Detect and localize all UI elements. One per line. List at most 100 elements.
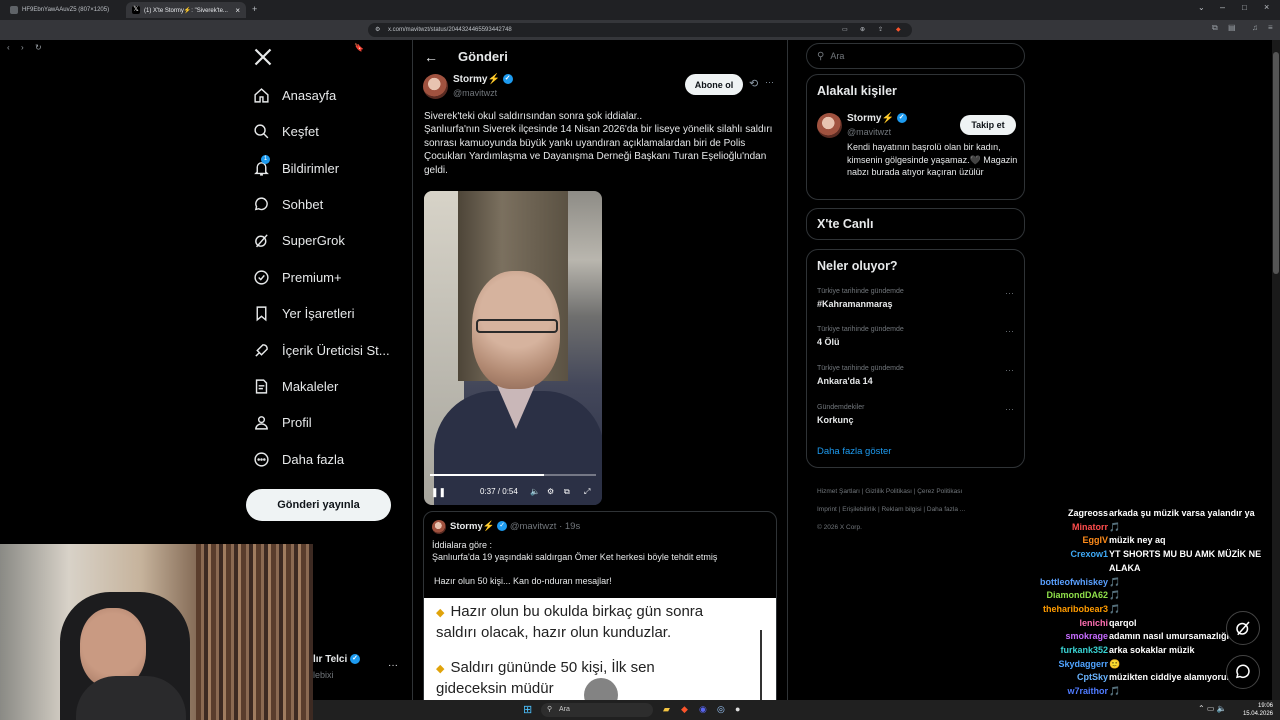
quoted-post[interactable]: Stormy⚡ ✓ @mavitwzt · 19s İddialara göre… bbox=[423, 511, 777, 720]
reload-icon[interactable]: ↻ bbox=[35, 43, 42, 52]
search-icon: ⚲ bbox=[547, 706, 553, 713]
trend-item[interactable]: Türkiye tarihinde gündemde #Kahramanmara… bbox=[817, 288, 904, 309]
account-name[interactable]: lır Telci ✓ bbox=[313, 654, 361, 665]
nav-articles[interactable]: Makaleler bbox=[252, 372, 338, 400]
nav-notifications[interactable]: 1 Bildirimler bbox=[252, 154, 339, 182]
back-arrow-icon[interactable]: ← bbox=[424, 49, 438, 65]
obs-icon[interactable]: ● bbox=[735, 704, 740, 714]
search-input[interactable]: ⚲ Ara bbox=[806, 43, 1025, 69]
x-logo-icon[interactable] bbox=[253, 47, 273, 67]
cast-icon[interactable]: ▭ bbox=[842, 23, 848, 37]
author-name[interactable]: Stormy⚡ ✓ bbox=[453, 74, 513, 85]
media-control-icon[interactable]: ♫ bbox=[1252, 23, 1258, 32]
pip-icon[interactable]: ⧉ bbox=[564, 487, 570, 497]
system-tray-icon[interactable]: ⌃ ▭ 🔈 bbox=[1198, 704, 1227, 713]
nav-supergrok[interactable]: SuperGrok bbox=[252, 226, 345, 254]
quote-image-line: saldırı olacak, hazır olun kunduzlar. bbox=[436, 624, 672, 641]
follow-button[interactable]: Takip et bbox=[960, 115, 1016, 135]
footer-link[interactable]: Imprint bbox=[817, 506, 837, 513]
author-avatar[interactable] bbox=[423, 74, 448, 99]
article-icon bbox=[252, 377, 270, 395]
zoom-icon[interactable]: ⊕ bbox=[860, 23, 865, 37]
nav-more[interactable]: Daha fazla bbox=[252, 445, 344, 473]
nav-creator-studio[interactable]: İçerik Üreticisi St... bbox=[252, 336, 390, 364]
browser-tab[interactable]: HF9EbnYawAAuvZ5 (807×1205) bbox=[4, 2, 122, 18]
bookmark-page-icon[interactable]: 🔖 bbox=[354, 43, 364, 52]
file-explorer-icon[interactable]: ▰ bbox=[663, 704, 670, 715]
video-progress-bar[interactable] bbox=[430, 474, 596, 476]
address-bar[interactable]: ⚙ x.com/mavitwzt/status/2044324465593442… bbox=[368, 23, 912, 37]
steam-icon[interactable]: ◎ bbox=[717, 704, 725, 715]
settings-gear-icon[interactable]: ⚙ bbox=[547, 487, 554, 496]
chat-text: müzik ney aq bbox=[1109, 535, 1166, 546]
brave-shield-icon[interactable]: ◆ bbox=[896, 23, 901, 37]
post-button[interactable]: Gönderi yayınla bbox=[246, 489, 391, 521]
site-info-icon[interactable]: ⚙ bbox=[375, 23, 380, 37]
footer-link[interactable]: Hizmet Şartları bbox=[817, 488, 860, 495]
nav-explore[interactable]: Keşfet bbox=[252, 117, 319, 145]
fullscreen-icon[interactable]: ⤢ bbox=[584, 487, 590, 497]
trend-item[interactable]: Türkiye tarihinde gündemde 4 Ölü bbox=[817, 326, 904, 347]
grok-analyze-icon[interactable]: ⟲ bbox=[749, 77, 758, 90]
nav-home[interactable]: Anasayfa bbox=[252, 81, 336, 109]
browser-tab-title: HF9EbnYawAAuvZ5 (807×1205) bbox=[22, 7, 110, 13]
footer-link[interactable]: Gizlilik Politikası bbox=[865, 488, 912, 495]
forward-icon[interactable]: › bbox=[21, 43, 24, 52]
nav-chat[interactable]: Sohbet bbox=[252, 190, 323, 218]
author-handle[interactable]: @mavitwzt bbox=[453, 88, 497, 98]
trend-more-icon[interactable]: ··· bbox=[1005, 404, 1014, 414]
x-live-card[interactable]: X'te Canlı bbox=[806, 208, 1025, 240]
taskbar-search[interactable]: ⚲ Ara bbox=[541, 703, 653, 717]
account-menu-icon[interactable]: ··· bbox=[388, 660, 398, 671]
close-tab-icon[interactable]: × bbox=[235, 6, 240, 15]
page-scrollbar[interactable] bbox=[1272, 40, 1280, 700]
volume-icon[interactable]: 🔈 bbox=[530, 487, 540, 496]
trend-more-icon[interactable]: ··· bbox=[1005, 326, 1014, 336]
discord-icon[interactable]: ◉ bbox=[699, 704, 707, 715]
video-player[interactable]: ❚❚ 0:37 / 0:54 🔈 ⚙ ⧉ ⤢ bbox=[424, 191, 602, 505]
browser-menu-icon[interactable]: ≡ bbox=[1268, 23, 1273, 32]
messages-float-button[interactable] bbox=[1226, 655, 1260, 689]
pause-icon[interactable]: ❚❚ bbox=[431, 487, 446, 498]
nav-label: Yer İşaretleri bbox=[282, 305, 355, 321]
show-more-link[interactable]: Daha fazla göster bbox=[817, 446, 891, 457]
video-subject bbox=[476, 319, 558, 333]
clock[interactable]: 19:06 15.04.2026 bbox=[1237, 702, 1273, 718]
bookmark-icon bbox=[252, 304, 270, 322]
tab-search-icon[interactable]: ⌄ bbox=[1198, 3, 1205, 12]
sidebar-toggle-icon[interactable]: ▤ bbox=[1228, 23, 1236, 32]
share-icon[interactable]: ⇪ bbox=[878, 23, 883, 37]
chat-text: 🙂 bbox=[1109, 658, 1121, 669]
browser-tab-active[interactable]: 𝕏 (1) X'te Stormy⚡: "Siverek'te... × bbox=[126, 2, 246, 18]
subscribe-button[interactable]: Abone ol bbox=[685, 74, 743, 95]
windows-start-icon[interactable]: ⊞ bbox=[523, 703, 532, 716]
footer-link[interactable]: Daha fazla ... bbox=[927, 506, 965, 513]
close-window-icon[interactable]: × bbox=[1264, 2, 1269, 12]
post-text: Siverek'teki okul saldırısından sonra şo… bbox=[424, 110, 776, 177]
footer-link[interactable]: Reklam bilgisi bbox=[881, 506, 921, 513]
maximize-icon[interactable]: □ bbox=[1242, 3, 1247, 12]
brave-browser-icon[interactable]: ◆ bbox=[681, 704, 688, 715]
nav-premium[interactable]: Premium+ bbox=[252, 263, 342, 291]
extensions-icon[interactable]: ⧉ bbox=[1212, 23, 1218, 33]
scrollbar-thumb[interactable] bbox=[1273, 52, 1279, 274]
footer-link[interactable]: Erişilebilirlik bbox=[842, 506, 876, 513]
chat-text: 🎵 bbox=[1109, 521, 1121, 532]
back-icon[interactable]: ‹ bbox=[7, 43, 10, 52]
quote-line: İddialara göre : bbox=[432, 540, 493, 550]
footer-link[interactable]: Çerez Politikası bbox=[917, 488, 962, 495]
related-name[interactable]: Stormy⚡ ✓ bbox=[847, 113, 907, 124]
related-avatar[interactable] bbox=[817, 113, 842, 138]
chat-text: ALAKA bbox=[1109, 562, 1141, 573]
trend-more-icon[interactable]: ··· bbox=[1005, 288, 1014, 298]
grok-float-button[interactable] bbox=[1226, 611, 1260, 645]
trend-item[interactable]: Türkiye tarihinde gündemde Ankara'da 14 bbox=[817, 365, 904, 386]
card-title: Alakalı kişiler bbox=[817, 84, 897, 98]
more-options-icon[interactable]: ··· bbox=[765, 77, 774, 87]
new-tab-icon[interactable]: + bbox=[252, 4, 257, 14]
trend-more-icon[interactable]: ··· bbox=[1005, 365, 1014, 375]
nav-bookmarks[interactable]: Yer İşaretleri bbox=[252, 299, 355, 327]
minimize-icon[interactable]: – bbox=[1220, 2, 1225, 12]
trend-item[interactable]: Gündemdekiler Korkunç bbox=[817, 404, 864, 425]
nav-profile[interactable]: Profil bbox=[252, 408, 312, 436]
